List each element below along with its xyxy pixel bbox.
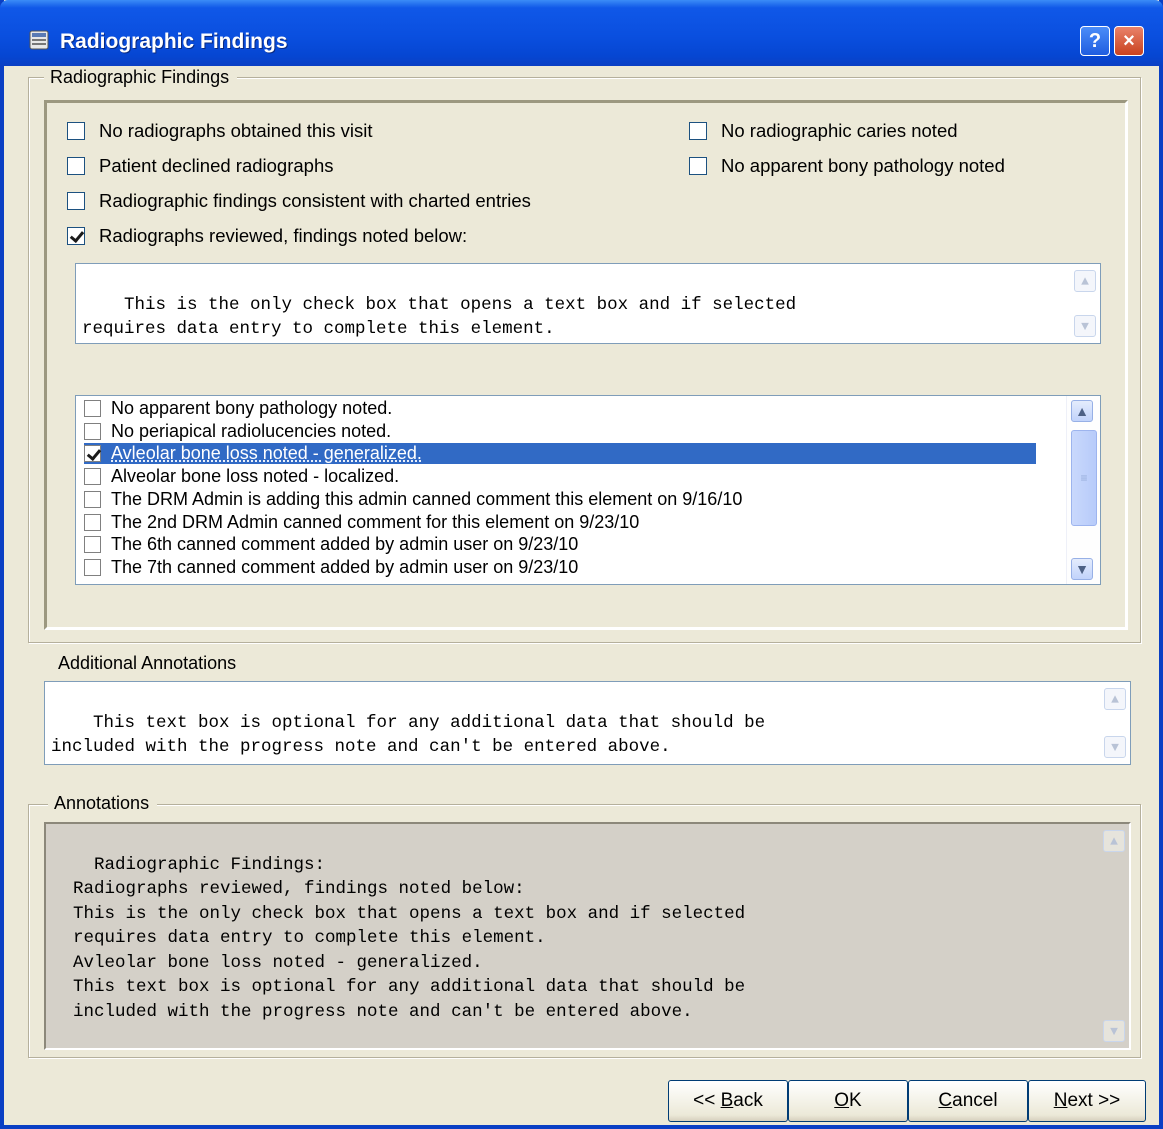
checkbox-label: No radiographic caries noted xyxy=(721,120,958,141)
checkbox[interactable] xyxy=(689,122,707,140)
next-button-mnemonic: N xyxy=(1053,1090,1068,1111)
checkbox-label: Patient declined radiographs xyxy=(99,155,334,176)
back-button-rest: ack xyxy=(733,1090,763,1111)
checkbox-row[interactable]: No apparent bony pathology noted xyxy=(689,154,1005,178)
list-item[interactable]: No periapical radiolucencies noted. xyxy=(84,421,391,442)
ok-button-mnemonic: O xyxy=(834,1090,850,1111)
list-item-label: Avleolar bone loss noted - generalized. xyxy=(111,443,422,464)
annotations-textbox[interactable]: Radiographic Findings: Radiographs revie… xyxy=(44,822,1131,1050)
checkbox-row[interactable]: Radiographic findings consistent with ch… xyxy=(67,189,531,213)
findings-text: This is the only check box that opens a … xyxy=(82,294,797,340)
findings-scrollbar[interactable]: ▲ ▼ xyxy=(1070,264,1100,343)
checkbox[interactable] xyxy=(67,227,85,245)
list-item-label: No apparent bony pathology noted. xyxy=(111,398,393,418)
additional-annotations-text: This text box is optional for any additi… xyxy=(51,712,766,758)
list-item-checkbox[interactable] xyxy=(84,445,101,463)
findings-textbox[interactable]: This is the only check box that opens a … xyxy=(75,263,1101,344)
checkbox-label: Radiographic findings consistent with ch… xyxy=(99,190,531,211)
scroll-down-icon[interactable]: ▼ xyxy=(1104,736,1126,758)
scroll-down-icon[interactable]: ▼ xyxy=(1103,1020,1125,1042)
scroll-up-icon[interactable]: ▲ xyxy=(1074,270,1096,292)
list-item[interactable]: Avleolar bone loss noted - generalized. xyxy=(84,443,1036,465)
checkbox-label: Radiographs reviewed, findings noted bel… xyxy=(99,225,468,246)
scroll-down-icon[interactable]: ▼ xyxy=(1071,558,1093,580)
annotations-legend: Annotations xyxy=(48,793,158,814)
help-button[interactable]: ? xyxy=(1080,26,1110,56)
list-item-checkbox[interactable] xyxy=(84,422,101,440)
list-item-label: The 7th canned comment added by admin us… xyxy=(111,556,579,577)
checkbox[interactable] xyxy=(67,157,85,175)
list-item-checkbox[interactable] xyxy=(84,490,101,508)
checkbox[interactable] xyxy=(67,192,85,210)
list-item-label: Alveolar bone loss noted - localized. xyxy=(111,466,400,487)
list-item-label: The 2nd DRM Admin canned comment for thi… xyxy=(111,511,640,532)
additional-annotations-legend: Additional Annotations xyxy=(58,653,237,673)
cancel-button[interactable]: Cancel xyxy=(908,1080,1028,1122)
list-item-checkbox[interactable] xyxy=(84,468,101,486)
annotations-text: Radiographic Findings: Radiographs revie… xyxy=(73,854,746,1022)
scroll-up-icon[interactable]: ▲ xyxy=(1103,830,1125,852)
list-item-checkbox[interactable] xyxy=(84,536,101,554)
list-item[interactable]: The 2nd DRM Admin canned comment for thi… xyxy=(84,512,639,533)
checkbox-row[interactable]: No radiographs obtained this visit xyxy=(67,119,373,143)
scroll-thumb[interactable]: ≡ xyxy=(1071,430,1097,526)
next-button-rest: ext >> xyxy=(1067,1090,1121,1111)
list-item-label: The 6th canned comment added by admin us… xyxy=(111,534,579,555)
ok-button-rest: K xyxy=(849,1090,862,1111)
back-button[interactable]: << Back xyxy=(668,1080,788,1122)
checkbox-row[interactable]: Patient declined radiographs xyxy=(67,154,334,178)
list-item-checkbox[interactable] xyxy=(84,400,101,417)
close-button[interactable]: × xyxy=(1114,26,1144,56)
checkbox-row[interactable]: Radiographs reviewed, findings noted bel… xyxy=(67,224,467,248)
window-title: Radiographic Findings xyxy=(60,30,288,53)
checkbox[interactable] xyxy=(689,157,707,175)
additional-annotations-textbox[interactable]: This text box is optional for any additi… xyxy=(44,681,1131,765)
scroll-up-icon[interactable]: ▲ xyxy=(1104,688,1126,710)
list-item[interactable]: The DRM Admin is adding this admin canne… xyxy=(84,489,742,510)
scroll-down-icon[interactable]: ▼ xyxy=(1074,315,1096,337)
ok-button[interactable]: OK xyxy=(788,1080,908,1122)
checkbox-label: No radiographs obtained this visit xyxy=(99,120,373,141)
list-scrollbar[interactable]: ▲ ≡ ▼ xyxy=(1066,396,1100,584)
list-item-checkbox[interactable] xyxy=(84,513,101,531)
checkbox[interactable] xyxy=(67,122,85,140)
additional-scrollbar[interactable]: ▲ ▼ xyxy=(1100,682,1130,764)
checkbox-row[interactable]: No radiographic caries noted xyxy=(689,119,958,143)
app-icon xyxy=(29,30,49,50)
dialog-window: Radiographic Findings ? × Radiographic F… xyxy=(0,0,1163,1129)
list-item[interactable]: The 6th canned comment added by admin us… xyxy=(84,534,578,555)
annotations-scrollbar[interactable]: ▲ ▼ xyxy=(1099,824,1129,1048)
canned-comments-list[interactable]: No apparent bony pathology noted. No peri… xyxy=(75,395,1101,585)
back-button-prefix: << xyxy=(693,1090,721,1111)
title-bar[interactable]: Radiographic Findings ? × xyxy=(0,0,1163,66)
back-button-mnemonic: B xyxy=(720,1090,734,1111)
cancel-button-rest: ancel xyxy=(952,1090,998,1111)
list-item[interactable]: No apparent bony pathology noted. xyxy=(84,398,392,419)
scroll-up-icon[interactable]: ▲ xyxy=(1071,400,1093,422)
list-item-checkbox[interactable] xyxy=(84,558,101,576)
list-item[interactable]: Alveolar bone loss noted - localized. xyxy=(84,466,399,487)
list-item[interactable]: The 7th canned comment added by admin us… xyxy=(84,557,578,578)
list-item-label: No periapical radiolucencies noted. xyxy=(111,420,392,441)
checkbox-label: No apparent bony pathology noted xyxy=(721,155,1005,176)
next-button[interactable]: Next >> xyxy=(1028,1080,1146,1122)
radiographic-findings-legend: Radiographic Findings xyxy=(44,67,238,88)
cancel-button-mnemonic: C xyxy=(938,1090,953,1111)
list-item-label: The DRM Admin is adding this admin canne… xyxy=(111,488,743,509)
